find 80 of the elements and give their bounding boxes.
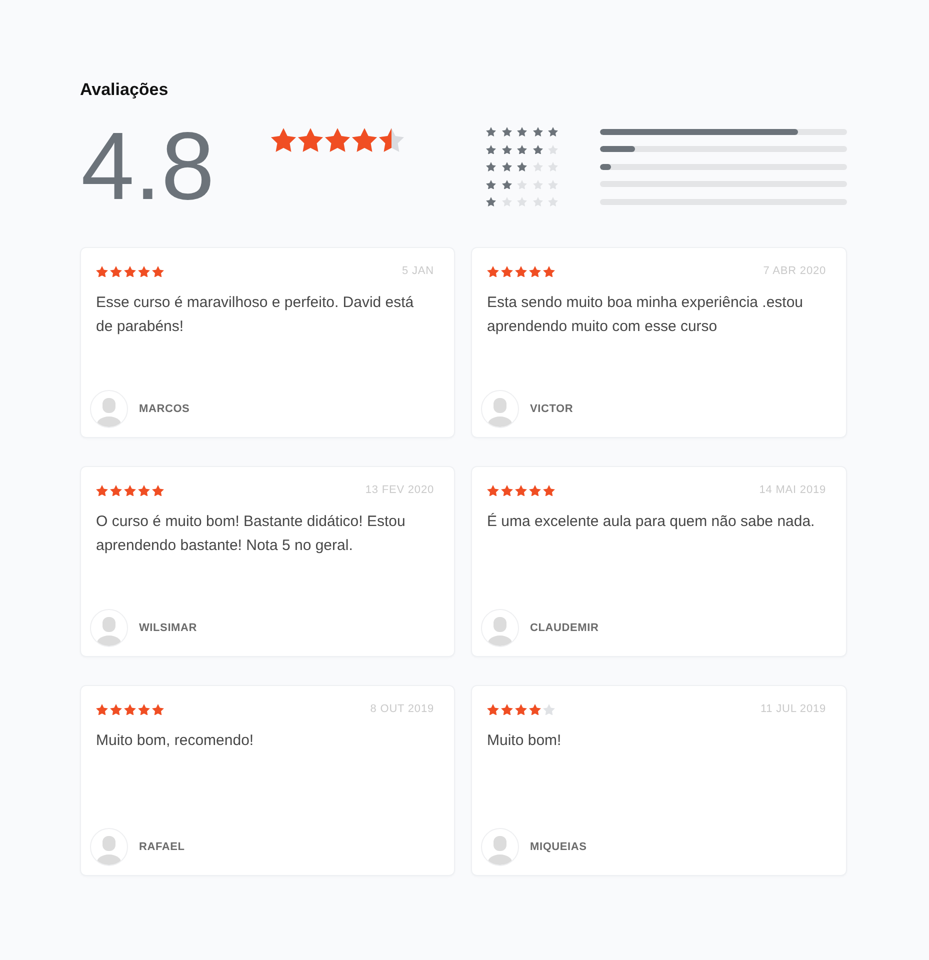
star-icon bbox=[486, 197, 496, 206]
star-icon bbox=[543, 266, 555, 278]
star-icon bbox=[379, 128, 404, 152]
review-text: É uma excelente aula para quem não sabe nada. bbox=[487, 512, 816, 532]
reviewer-name: WILSIMAR bbox=[139, 622, 198, 634]
star-icon bbox=[532, 180, 542, 189]
star-icon bbox=[517, 144, 527, 154]
avatar-icon bbox=[481, 828, 519, 866]
star-icon bbox=[124, 266, 136, 278]
star-icon bbox=[532, 197, 542, 206]
star-icon bbox=[486, 127, 496, 136]
star-icon bbox=[152, 704, 164, 716]
star-icon bbox=[96, 266, 108, 278]
star-icon bbox=[352, 128, 377, 152]
reviewer-name: MIQUEIAS bbox=[530, 841, 587, 853]
review-text: Muito bom, recomendo! bbox=[96, 731, 255, 751]
reviewer-name: MARCOS bbox=[139, 403, 190, 415]
star-icon bbox=[532, 144, 542, 154]
star-icon bbox=[515, 484, 527, 496]
avatar-icon bbox=[90, 609, 128, 647]
review-text: Muito bom! bbox=[487, 731, 562, 751]
star-icon bbox=[543, 484, 555, 496]
star-icon bbox=[487, 484, 499, 496]
star-icon bbox=[487, 704, 499, 716]
star-icon bbox=[96, 704, 108, 716]
reviewer-name: CLAUDEMIR bbox=[530, 622, 599, 634]
star-icon bbox=[502, 127, 512, 136]
star-icon bbox=[96, 484, 108, 496]
star-icon bbox=[502, 162, 512, 172]
section-title: Avaliações bbox=[80, 80, 170, 100]
review-text: Esse curso é maravilhoso e perfeito. David está de parabéns! bbox=[96, 293, 415, 337]
star-icon bbox=[124, 704, 136, 716]
star-icon bbox=[529, 704, 541, 716]
average-score: 4.8 bbox=[81, 119, 214, 215]
star-icon bbox=[110, 266, 122, 278]
star-icon bbox=[502, 180, 512, 189]
star-icon bbox=[529, 484, 541, 496]
star-icon bbox=[138, 704, 150, 716]
star-icon bbox=[138, 484, 150, 496]
star-icon bbox=[543, 704, 555, 716]
review-text: Esta sendo muito boa minha experiência .estou aprendendo muito com esse curso bbox=[487, 293, 804, 337]
star-icon bbox=[502, 197, 512, 206]
reviewer-name: VICTOR bbox=[530, 403, 574, 415]
star-icon bbox=[487, 266, 499, 278]
review-text: O curso é muito bom! Bastante didático! Estou aprendendo bastante! Nota 5 no geral. bbox=[96, 512, 406, 556]
star-icon bbox=[517, 127, 527, 136]
star-icon bbox=[515, 704, 527, 716]
star-icon bbox=[152, 266, 164, 278]
star-icon bbox=[486, 180, 496, 189]
star-icon bbox=[548, 197, 558, 206]
star-icon bbox=[517, 162, 527, 172]
star-icon bbox=[486, 144, 496, 154]
star-icon bbox=[486, 162, 496, 172]
star-icon bbox=[548, 127, 558, 136]
star-icon bbox=[501, 266, 513, 278]
star-icon bbox=[517, 180, 527, 189]
star-icon bbox=[529, 266, 541, 278]
star-icon bbox=[110, 704, 122, 716]
star-icon bbox=[548, 180, 558, 189]
star-icon bbox=[271, 128, 296, 152]
star-icon bbox=[110, 484, 122, 496]
star-icon bbox=[548, 144, 558, 154]
star-icon bbox=[501, 704, 513, 716]
avatar-icon bbox=[481, 609, 519, 647]
star-icon bbox=[548, 162, 558, 172]
avatar-icon bbox=[90, 828, 128, 866]
star-icon bbox=[138, 266, 150, 278]
star-icon bbox=[517, 197, 527, 206]
star-icon bbox=[298, 128, 323, 152]
avatar-icon bbox=[481, 390, 519, 428]
star-icon bbox=[325, 128, 350, 152]
star-icon bbox=[152, 484, 164, 496]
avatar-icon bbox=[90, 390, 128, 428]
star-icon bbox=[515, 266, 527, 278]
star-icon bbox=[501, 484, 513, 496]
star-icon bbox=[532, 162, 542, 172]
reviewer-name: RAFAEL bbox=[139, 841, 185, 853]
star-icon bbox=[532, 127, 542, 136]
star-icon bbox=[124, 484, 136, 496]
star-icon bbox=[502, 144, 512, 154]
